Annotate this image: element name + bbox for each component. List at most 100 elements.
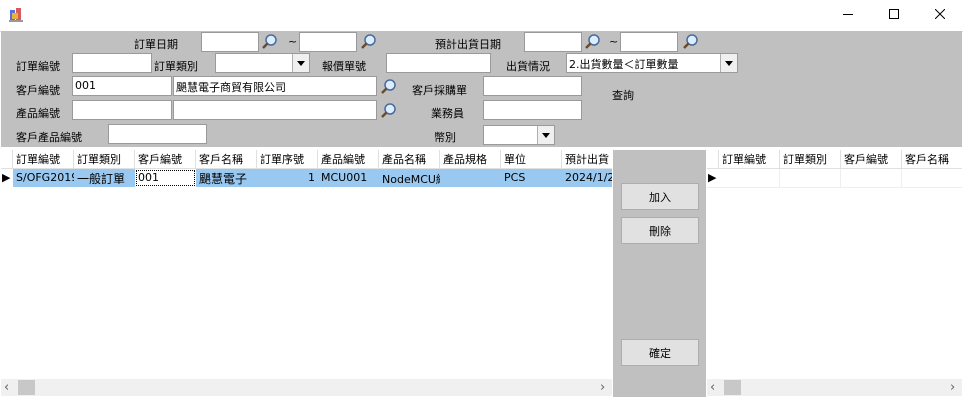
minimize-icon <box>843 9 853 22</box>
table-cell[interactable]: 一般訂單 <box>74 169 135 187</box>
ship-date-from-field[interactable] <box>524 32 582 52</box>
search-icon[interactable] <box>261 33 279 51</box>
row-header-corner <box>1 150 13 168</box>
row-header-corner <box>707 150 719 168</box>
table-cell[interactable]: PCS <box>501 169 562 187</box>
table-cell[interactable] <box>841 169 902 187</box>
ship-status-select[interactable]: 2.出貨數量＜訂單數量 <box>566 53 738 73</box>
chevron-down-icon[interactable] <box>537 126 554 144</box>
order-list-grid: 訂單編號 訂單類別 客戶編號 客戶名稱 訂單序號 產品編號 產品名稱 產品規格 … <box>1 150 612 397</box>
order-no-field[interactable] <box>72 53 152 73</box>
date-range-tilde: ~ <box>288 35 298 48</box>
column-header[interactable]: 預計出貨 <box>562 150 612 168</box>
search-icon[interactable] <box>380 102 398 120</box>
column-header[interactable]: 訂單類別 <box>74 150 135 168</box>
customer-po-field[interactable] <box>483 76 582 96</box>
column-header[interactable]: 產品規格 <box>440 150 501 168</box>
scroll-right-icon[interactable]: › <box>950 380 955 395</box>
filter-panel: 訂單日期 ~ 預計出貨日期 ~ 訂單編號 訂單類別 報價單號 出貨情況 2.出貨… <box>1 31 962 147</box>
quote-no-field[interactable] <box>386 53 491 73</box>
horizontal-scrollbar[interactable]: ‹ › <box>1 379 612 396</box>
order-type-select[interactable] <box>215 53 310 73</box>
column-header[interactable]: 訂單編號 <box>13 150 74 168</box>
selected-order-grid: 訂單編號 訂單類別 客戶編號 客戶名稱 ▶ ‹ › <box>707 150 962 397</box>
horizontal-scrollbar[interactable]: ‹ › <box>707 379 962 396</box>
scroll-left-icon[interactable]: ‹ <box>4 380 9 395</box>
ship-status-value: 2.出貨數量＜訂單數量 <box>569 58 679 71</box>
order-date-to-field[interactable] <box>299 32 357 52</box>
close-button[interactable] <box>917 0 963 31</box>
table-cell[interactable] <box>780 169 841 187</box>
column-header[interactable]: 客戶編號 <box>841 150 902 168</box>
column-header[interactable]: 產品名稱 <box>379 150 440 168</box>
minimize-button[interactable] <box>825 0 871 31</box>
search-icon[interactable] <box>682 33 700 51</box>
table-cell[interactable]: NodeMCU經 <box>379 169 440 187</box>
table-cell-focused[interactable]: 001 <box>135 169 196 187</box>
product-name-field[interactable] <box>173 100 377 120</box>
ship-status-label: 出貨情況 <box>506 60 550 73</box>
product-no-label: 產品編號 <box>16 107 60 120</box>
currency-select[interactable] <box>483 125 555 145</box>
title-bar <box>0 0 963 32</box>
salesperson-label: 業務員 <box>431 107 464 120</box>
table-cell[interactable]: MCU001 <box>318 169 379 187</box>
column-header[interactable]: 客戶編號 <box>135 150 196 168</box>
confirm-button[interactable]: 確定 <box>621 339 699 366</box>
app-icon <box>8 7 24 23</box>
grid-header: 訂單編號 訂單類別 客戶編號 客戶名稱 訂單序號 產品編號 產品名稱 產品規格 … <box>1 150 612 169</box>
customer-no-label: 客戶編號 <box>16 84 60 97</box>
product-no-field[interactable] <box>72 100 172 120</box>
row-marker-icon: ▶ <box>708 171 717 184</box>
salesperson-field[interactable] <box>483 100 582 120</box>
customer-no-field[interactable]: 001 <box>72 76 172 96</box>
order-date-from-field[interactable] <box>201 32 259 52</box>
maximize-icon <box>889 9 899 22</box>
column-header[interactable]: 訂單編號 <box>719 150 780 168</box>
chevron-down-icon[interactable] <box>720 54 737 72</box>
expected-ship-date-label: 預計出貨日期 <box>435 38 501 51</box>
column-header[interactable]: 單位 <box>501 150 562 168</box>
search-icon[interactable] <box>584 33 602 51</box>
delete-button[interactable]: 刪除 <box>621 217 699 244</box>
table-row[interactable]: ▶ S/OFG2019 一般訂單 001 颶慧電子 1 MCU001 NodeM… <box>1 169 612 187</box>
customer-product-no-field[interactable] <box>108 124 207 144</box>
chevron-down-icon[interactable] <box>292 54 309 72</box>
column-header[interactable]: 客戶名稱 <box>196 150 257 168</box>
column-header[interactable]: 訂單類別 <box>780 150 841 168</box>
order-no-label: 訂單編號 <box>16 60 60 73</box>
scrollbar-thumb[interactable] <box>18 380 35 395</box>
query-button[interactable]: 查詢 <box>612 87 634 103</box>
column-header[interactable]: 產品編號 <box>318 150 379 168</box>
ship-date-to-field[interactable] <box>620 32 678 52</box>
maximize-button[interactable] <box>871 0 917 31</box>
close-icon <box>934 8 946 22</box>
table-cell[interactable] <box>902 169 962 187</box>
table-cell[interactable]: 2024/1/2 <box>562 169 612 187</box>
customer-po-label: 客戶採購單 <box>412 84 467 97</box>
add-button[interactable]: 加入 <box>621 183 699 210</box>
table-row[interactable]: ▶ <box>707 169 962 188</box>
search-icon[interactable] <box>360 33 378 51</box>
table-cell[interactable]: S/OFG2019 <box>13 169 74 187</box>
customer-name-field[interactable]: 颶慧電子商貿有限公司 <box>173 76 377 96</box>
column-header[interactable]: 訂單序號 <box>257 150 318 168</box>
scroll-right-icon[interactable]: › <box>600 380 605 395</box>
table-cell[interactable]: 1 <box>257 169 318 187</box>
order-type-label: 訂單類別 <box>154 60 198 73</box>
order-date-label: 訂單日期 <box>134 38 178 51</box>
grid-header: 訂單編號 訂單類別 客戶編號 客戶名稱 <box>707 150 962 169</box>
currency-label: 幣別 <box>434 131 456 144</box>
scrollbar-thumb[interactable] <box>724 380 741 395</box>
date-range-tilde: ~ <box>609 35 619 48</box>
row-marker-icon: ▶ <box>2 171 11 184</box>
quote-no-label: 報價單號 <box>322 60 366 73</box>
column-header[interactable]: 客戶名稱 <box>902 150 962 168</box>
search-icon[interactable] <box>380 78 398 96</box>
scroll-left-icon[interactable]: ‹ <box>710 380 715 395</box>
table-cell[interactable]: 颶慧電子 <box>196 169 257 187</box>
table-cell[interactable] <box>440 169 501 187</box>
customer-product-no-label: 客戶產品編號 <box>16 131 82 144</box>
table-cell[interactable] <box>719 169 780 187</box>
action-panel: 加入 刪除 確定 <box>613 150 706 397</box>
